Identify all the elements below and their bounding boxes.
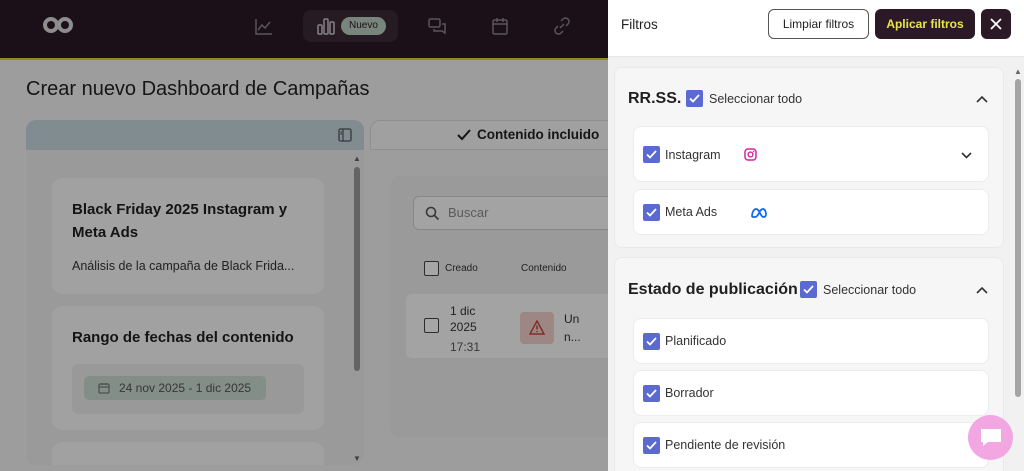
meta-logo-icon: [751, 208, 767, 218]
checkmark-icon: [646, 441, 657, 450]
option-label: Borrador: [665, 386, 714, 400]
filter-option-instagram[interactable]: Instagram: [633, 126, 989, 182]
section-title: RR.SS.: [628, 90, 682, 107]
chat-icon: [981, 429, 1001, 446]
filter-option-draft[interactable]: Borrador: [633, 370, 989, 416]
option-label: Meta Ads: [665, 205, 718, 219]
checkmark-icon: [646, 389, 657, 398]
chevron-down-icon[interactable]: [961, 152, 972, 159]
drawer-body: RR.SS. Seleccionar todo Instagram Meta A…: [608, 57, 1024, 471]
select-all-status-checkbox[interactable]: [800, 281, 817, 298]
instagram-checkbox[interactable]: [643, 146, 660, 163]
modal-backdrop[interactable]: [0, 0, 608, 471]
instagram-icon: [744, 148, 757, 161]
select-all-social-checkbox[interactable]: [686, 90, 703, 107]
apply-filters-button[interactable]: Aplicar filtros: [875, 9, 975, 39]
drawer-scroll-thumb[interactable]: [1015, 79, 1021, 397]
close-button[interactable]: [981, 9, 1011, 39]
clear-filters-button[interactable]: Limpiar filtros: [768, 9, 869, 39]
option-label: Planificado: [665, 334, 727, 348]
checkmark-icon: [646, 208, 657, 217]
drawer-scrollbar[interactable]: ▲: [1012, 67, 1024, 471]
checkmark-icon: [689, 94, 700, 103]
filter-option-planned[interactable]: Planificado: [633, 318, 989, 364]
drawer-title: Filtros: [621, 17, 658, 32]
planned-checkbox[interactable]: [643, 333, 660, 350]
select-all-label: Seleccionar todo: [709, 92, 803, 106]
select-all-label: Seleccionar todo: [823, 283, 917, 297]
filter-option-pending-review[interactable]: Pendiente de revisión: [633, 422, 989, 468]
option-label: Pendiente de revisión: [665, 438, 786, 452]
chevron-up-icon[interactable]: [976, 286, 988, 294]
checkmark-icon: [646, 337, 657, 346]
checkmark-icon: [646, 150, 657, 159]
filter-section-publication-status: Estado de publicación Seleccionar todo P…: [614, 257, 1004, 471]
draft-checkbox[interactable]: [643, 385, 660, 402]
section-title: Estado de publicación: [628, 281, 798, 298]
meta-ads-checkbox[interactable]: [643, 204, 660, 221]
chat-button[interactable]: [968, 415, 1013, 460]
close-icon: [990, 18, 1002, 30]
scroll-up-arrow-icon[interactable]: ▲: [1014, 67, 1022, 76]
checkmark-icon: [803, 285, 814, 294]
pending-review-checkbox[interactable]: [643, 437, 660, 454]
filter-section-social-networks: RR.SS. Seleccionar todo Instagram Meta A…: [614, 67, 1004, 248]
filter-option-meta-ads[interactable]: Meta Ads: [633, 189, 989, 235]
filters-drawer: Filtros Limpiar filtros Aplicar filtros …: [608, 0, 1024, 471]
chevron-up-icon[interactable]: [976, 95, 988, 103]
option-label: Instagram: [665, 148, 721, 162]
